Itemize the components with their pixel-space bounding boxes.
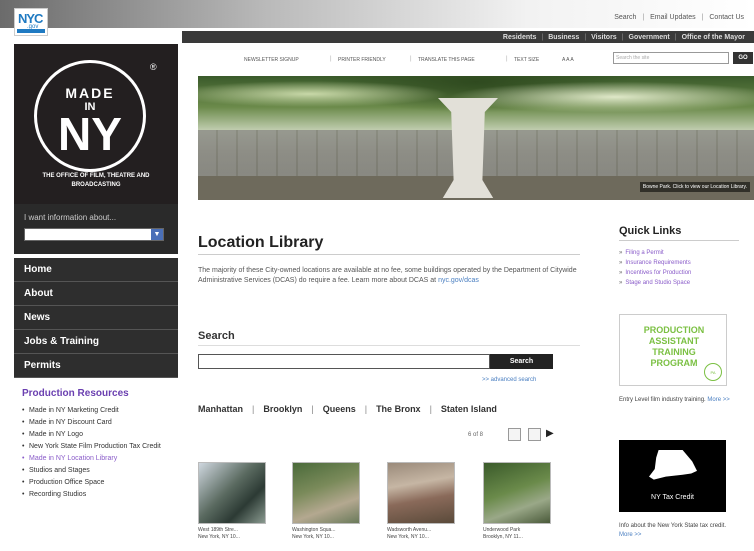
- search-link[interactable]: Search: [614, 14, 636, 21]
- logo-made: MADE: [65, 85, 115, 101]
- thumb-caption-2: Washington Squa... New York, NY 10...: [292, 527, 336, 540]
- sidebar-item-news[interactable]: News: [14, 306, 178, 330]
- logo-circle: MADE IN NY: [34, 60, 146, 172]
- location-thumb-1[interactable]: [198, 462, 266, 524]
- production-resources-heading[interactable]: Production Resources: [22, 388, 129, 399]
- quick-link-insurance[interactable]: Insurance Requirements: [619, 258, 691, 268]
- quick-links-title: Quick Links: [619, 225, 682, 237]
- intro-text: The majority of these City-owned locatio…: [198, 266, 582, 286]
- location-thumb-2[interactable]: [292, 462, 360, 524]
- sidebar-item-about[interactable]: About: [14, 282, 178, 306]
- nav-visitors[interactable]: Visitors: [586, 34, 622, 41]
- pa-training-banner[interactable]: Production Assistant Training Program PA: [619, 314, 727, 386]
- borough-brooklyn[interactable]: Brooklyn: [263, 404, 302, 414]
- office-name: The Office of Film, Theatre and Broadcas…: [42, 173, 150, 188]
- nav-business[interactable]: Business: [543, 34, 584, 41]
- ny-state-map-icon: [649, 450, 697, 480]
- logo-ny: NY: [58, 108, 122, 160]
- main-nav: Residents | Business | Visitors | Govern…: [182, 31, 754, 43]
- contact-us-link[interactable]: Contact Us: [709, 14, 744, 21]
- borough-queens[interactable]: Queens: [323, 404, 356, 414]
- search-heading: Search: [198, 330, 235, 342]
- resource-location-library[interactable]: Made in NY Location Library: [22, 454, 172, 463]
- page-title: Location Library: [198, 234, 324, 251]
- quick-link-filing-permit[interactable]: Filing a Permit: [619, 248, 691, 258]
- want-info-select[interactable]: ▼: [24, 228, 164, 241]
- quick-link-stage-space[interactable]: Stage and Studio Space: [619, 278, 691, 288]
- sidebar-item-permits[interactable]: Permits: [14, 354, 178, 378]
- made-in-ny-logo[interactable]: MADE IN NY ® The Office of Film, Theatre…: [14, 44, 178, 204]
- location-search-input[interactable]: [198, 354, 490, 369]
- registered-mark: ®: [150, 62, 157, 72]
- printer-friendly-link[interactable]: Printer Friendly: [338, 57, 386, 63]
- location-search-button[interactable]: Search: [490, 354, 553, 369]
- location-thumb-3[interactable]: [387, 462, 455, 524]
- nyc-gov-logo[interactable]: NYC .gov: [14, 8, 48, 36]
- utility-links: Search | Email Updates | Contact Us: [614, 14, 744, 21]
- production-resources: Production Resources Made in NY Marketin…: [14, 384, 178, 551]
- translate-page-link[interactable]: Translate This Page: [418, 57, 475, 63]
- nav-government[interactable]: Government: [624, 34, 675, 41]
- pa-training-text: Production Assistant Training Program: [643, 325, 705, 368]
- sidebar: MADE IN NY ® The Office of Film, Theatre…: [14, 44, 178, 551]
- pa-training-more-link[interactable]: More >>: [707, 397, 729, 403]
- resource-recording-studios[interactable]: Recording Studios: [22, 490, 172, 499]
- tax-credit-caption: Info about the New York State tax credit…: [619, 523, 727, 538]
- go-button[interactable]: GO: [733, 52, 753, 64]
- production-resources-list: Made in NY Marketing Credit Made in NY D…: [22, 406, 172, 502]
- hero-caption: Bowne Park. Click to view our Location L…: [639, 182, 750, 192]
- dcas-link[interactable]: nyc.gov/dcas: [438, 277, 479, 284]
- pager-next-arrow-icon[interactable]: ▶: [546, 428, 554, 439]
- advanced-search-link[interactable]: >> advanced search: [482, 377, 536, 383]
- borough-manhattan[interactable]: Manhattan: [198, 404, 243, 414]
- resource-studios-stages[interactable]: Studios and Stages: [22, 466, 172, 475]
- quick-links-divider: [619, 240, 739, 241]
- borough-staten-island[interactable]: Staten Island: [441, 404, 497, 414]
- resource-logo[interactable]: Made in NY Logo: [22, 430, 172, 439]
- chevron-down-icon[interactable]: ▼: [151, 229, 163, 240]
- resource-office-space[interactable]: Production Office Space: [22, 478, 172, 487]
- borough-filter: Manhattan | Brooklyn | Queens | The Bronx | Stat…: [198, 404, 497, 414]
- want-info-label: I want information about...: [24, 213, 117, 222]
- newsletter-signup-link[interactable]: Newsletter Signup: [244, 57, 299, 63]
- ny-tax-credit-label: NY Tax Credit: [651, 494, 694, 501]
- resource-discount-card[interactable]: Made in NY Discount Card: [22, 418, 172, 427]
- hero-image[interactable]: Bowne Park. Click to view our Location L…: [198, 76, 754, 200]
- text-size-label: Text Size: [514, 57, 540, 63]
- nav-residents[interactable]: Residents: [498, 34, 541, 41]
- nyc-logo-strip: [17, 29, 45, 33]
- thumb-caption-1: West 189th Stre... New York, NY 10...: [198, 527, 240, 540]
- want-info-panel: I want information about... ▼: [14, 204, 178, 254]
- nav-office-of-the-mayor[interactable]: Office of the Mayor: [677, 34, 750, 41]
- search-divider: [198, 345, 580, 346]
- borough-bronx[interactable]: The Bronx: [376, 404, 421, 414]
- resource-marketing-credit[interactable]: Made in NY Marketing Credit: [22, 406, 172, 415]
- intro-body: The majority of these City-owned locatio…: [198, 267, 577, 284]
- resource-tax-credit[interactable]: New York State Film Production Tax Credi…: [22, 442, 172, 451]
- thumb-caption-3: Wadsworth Avenu... New York, NY 10...: [387, 527, 432, 540]
- ny-tax-credit-banner[interactable]: NY Tax Credit: [619, 440, 726, 512]
- location-thumb-4[interactable]: [483, 462, 551, 524]
- site-search-input[interactable]: Search the site: [613, 52, 729, 64]
- quick-link-incentives[interactable]: Incentives for Production: [619, 268, 691, 278]
- text-size-buttons[interactable]: A A A: [562, 57, 574, 63]
- sidebar-item-home[interactable]: Home: [14, 258, 178, 282]
- pager-prev-button[interactable]: [508, 428, 521, 441]
- quick-links-list: Filing a Permit Insurance Requirements I…: [619, 248, 691, 288]
- pa-badge-icon: PA: [704, 363, 722, 381]
- side-nav: Home About News Jobs & Training Permits: [14, 258, 178, 378]
- tax-credit-more-link[interactable]: More >>: [619, 532, 641, 538]
- thumb-caption-4: Underwood Park Brooklyn, NY 11...: [483, 527, 523, 540]
- pager-next-box[interactable]: [528, 428, 541, 441]
- sidebar-item-jobs-training[interactable]: Jobs & Training: [14, 330, 178, 354]
- pa-training-caption: Entry Level film industry training. More…: [619, 397, 730, 403]
- title-divider: [198, 254, 580, 255]
- pager-count: 6 of 8: [468, 432, 484, 438]
- email-updates-link[interactable]: Email Updates: [650, 14, 696, 21]
